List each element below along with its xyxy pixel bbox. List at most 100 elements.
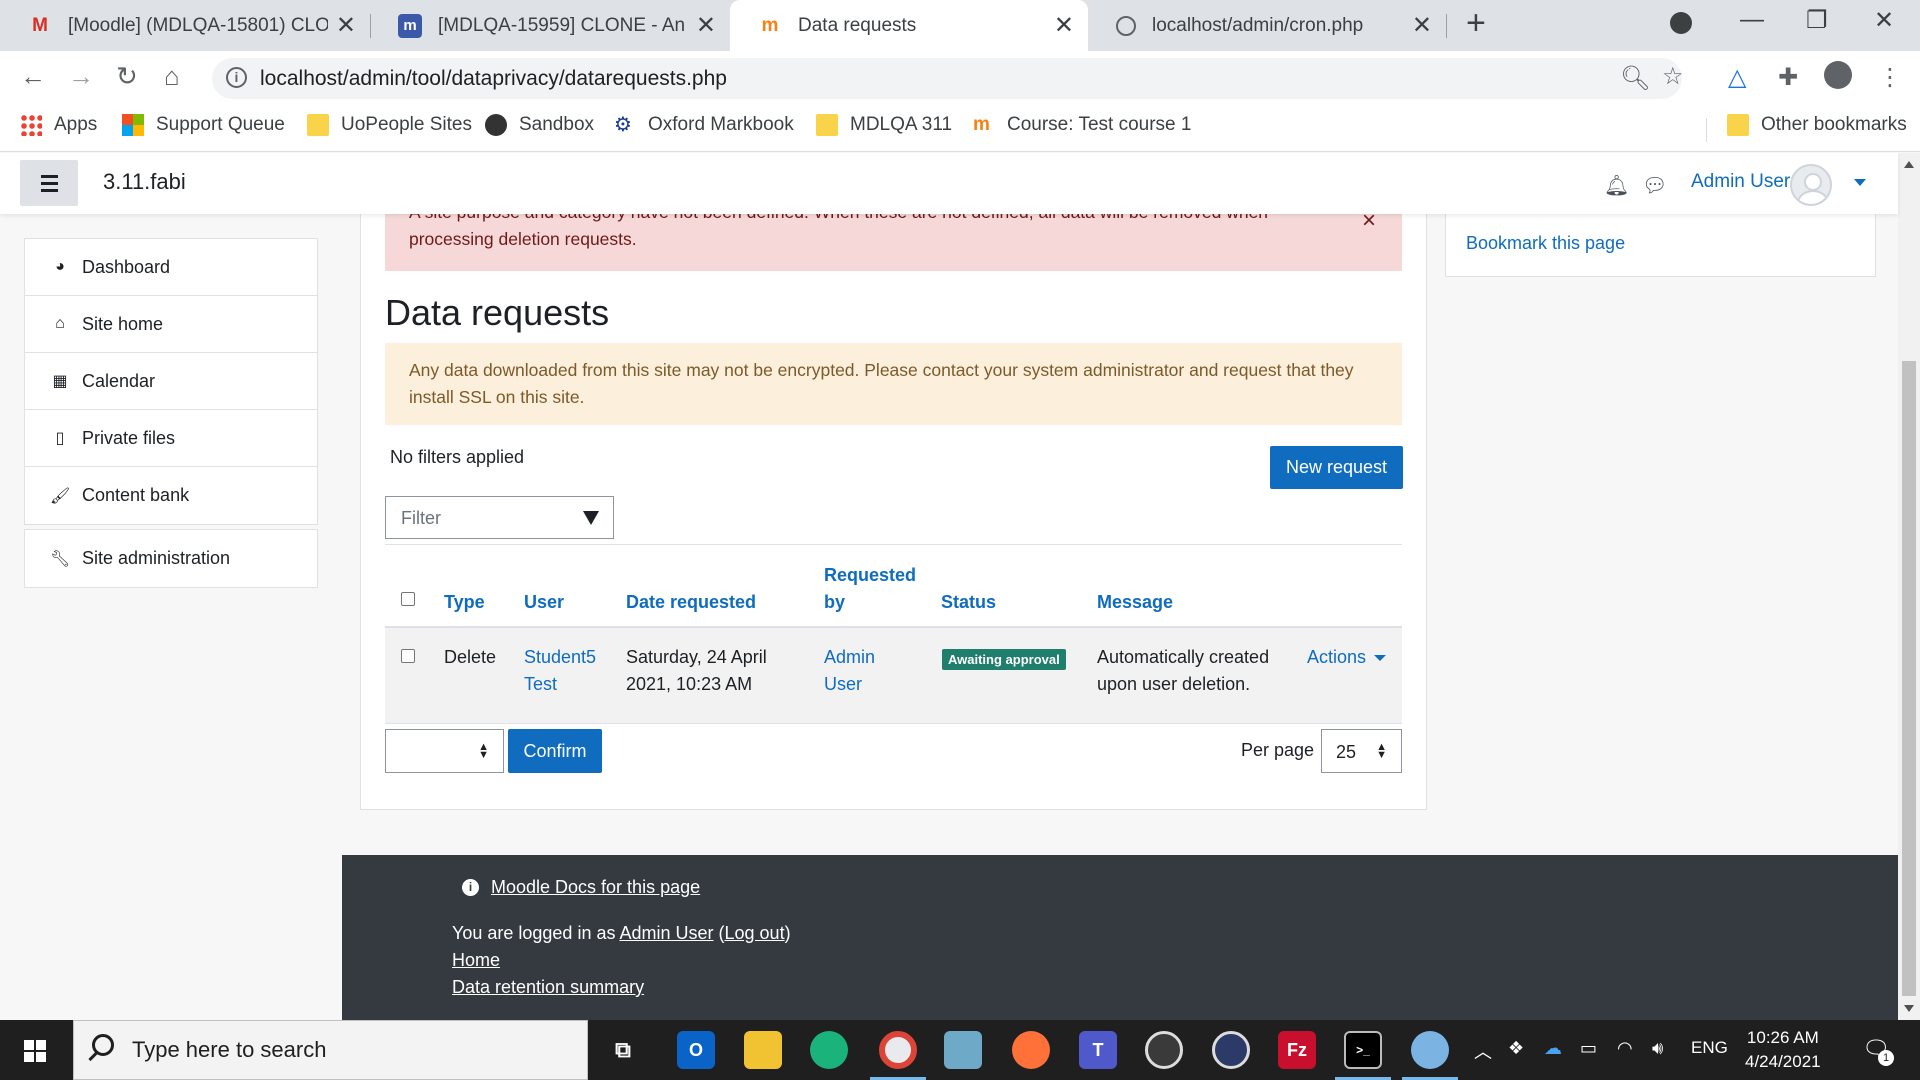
- logged-in-user-link[interactable]: Admin User: [619, 923, 713, 943]
- confirm-button[interactable]: Confirm: [508, 729, 602, 773]
- firefox-icon[interactable]: [1012, 1031, 1050, 1069]
- bookmark-label: Other bookmarks: [1761, 114, 1907, 135]
- bookmark-star-icon[interactable]: ☆: [1662, 62, 1684, 91]
- vpn-icon[interactable]: [1212, 1031, 1250, 1069]
- extensions-icon[interactable]: ✚: [1778, 63, 1798, 92]
- requested-by-link[interactable]: Admin User: [824, 644, 894, 698]
- moodle-docs-link[interactable]: Moodle Docs for this page: [491, 877, 700, 898]
- new-request-button[interactable]: New request: [1270, 446, 1403, 489]
- site-info-icon[interactable]: i: [226, 67, 247, 88]
- outlook-icon[interactable]: O: [677, 1031, 715, 1069]
- column-header-requested-by[interactable]: Requested by: [824, 562, 924, 616]
- zoom-icon[interactable]: 🔍︎: [1620, 64, 1650, 93]
- nav-item-site-administration[interactable]: 🔧︎ Site administration: [25, 530, 317, 587]
- notification-bell-icon[interactable]: 🔔︎: [1604, 173, 1629, 198]
- wifi-icon[interactable]: ◠: [1617, 1038, 1633, 1059]
- reload-icon[interactable]: ↻: [116, 61, 138, 92]
- browser-tab-cron[interactable]: localhost/admin/cron.php ✕: [1088, 0, 1446, 51]
- per-page-select[interactable]: 25 ▲ ▼: [1321, 729, 1402, 773]
- paint-icon[interactable]: [1411, 1031, 1449, 1069]
- avatar[interactable]: [1790, 164, 1832, 206]
- request-user-link[interactable]: Student5 Test: [524, 644, 604, 698]
- home-icon[interactable]: ⌂: [164, 61, 180, 92]
- column-header-date[interactable]: Date requested: [626, 589, 756, 616]
- site-name[interactable]: 3.11.fabi: [103, 169, 186, 195]
- file-explorer-icon[interactable]: [744, 1031, 782, 1069]
- menu-kebab-icon[interactable]: ⋮: [1878, 63, 1902, 92]
- home-link[interactable]: Home: [452, 950, 500, 971]
- chevron-down-icon: [1374, 655, 1387, 662]
- notepad-icon[interactable]: [944, 1031, 982, 1069]
- scroll-up-icon[interactable]: [1904, 161, 1914, 168]
- close-window-button[interactable]: ✕: [1874, 6, 1894, 35]
- teams-icon[interactable]: T: [1079, 1031, 1117, 1069]
- chevron-down-icon[interactable]: [583, 511, 599, 525]
- row-checkbox[interactable]: [401, 649, 415, 663]
- browser-tab-tracker[interactable]: m [MDLQA-15959] CLONE - An adm ✕: [370, 0, 730, 51]
- nav-item-dashboard[interactable]: ◕ Dashboard: [25, 239, 317, 296]
- bookmark-support-queue[interactable]: Support Queue: [122, 114, 285, 136]
- page-scrollbar[interactable]: [1898, 153, 1920, 1020]
- filter-input[interactable]: Filter: [385, 496, 614, 539]
- bookmark-mdlqa-311[interactable]: MDLQA 311: [816, 114, 952, 136]
- media-player-icon[interactable]: [1145, 1031, 1183, 1069]
- task-view-icon[interactable]: ⧉: [604, 1031, 642, 1069]
- tab-search-button[interactable]: [1670, 12, 1692, 34]
- column-header-type[interactable]: Type: [444, 589, 485, 616]
- info-icon: i: [462, 879, 479, 896]
- terminal-icon[interactable]: >_: [1344, 1031, 1382, 1069]
- scrollbar-thumb[interactable]: [1902, 361, 1916, 996]
- bookmark-uopeople-sites[interactable]: UoPeople Sites: [307, 114, 472, 136]
- bookmark-oxford-markbook[interactable]: ⚙ Oxford Markbook: [614, 114, 794, 136]
- taskbar-search-input[interactable]: Type here to search: [73, 1020, 588, 1080]
- user-menu-chevron-down-icon[interactable]: [1854, 179, 1866, 186]
- close-tab-icon[interactable]: ✕: [1054, 11, 1074, 40]
- nav-item-site-home[interactable]: ⌂ Site home: [25, 296, 317, 353]
- close-tab-icon[interactable]: ✕: [336, 11, 356, 40]
- drawer-toggle-button[interactable]: [20, 160, 78, 206]
- language-indicator[interactable]: ENG: [1691, 1038, 1728, 1058]
- nav-item-private-files[interactable]: ▯ Private files: [25, 410, 317, 467]
- filezilla-icon[interactable]: Fz: [1278, 1031, 1316, 1069]
- bookmark-other[interactable]: Other bookmarks: [1727, 114, 1907, 136]
- bookmark-page-link[interactable]: Bookmark this page: [1466, 233, 1625, 254]
- dropbox-icon[interactable]: ❖: [1508, 1038, 1524, 1059]
- scroll-down-icon[interactable]: [1904, 1005, 1914, 1012]
- column-header-status[interactable]: Status: [941, 589, 996, 616]
- nav-item-content-bank[interactable]: 🖌︎ Content bank: [25, 467, 317, 524]
- bookmark-sandbox[interactable]: Sandbox: [485, 114, 594, 136]
- edge-icon[interactable]: [810, 1031, 848, 1069]
- address-bar[interactable]: i localhost/admin/tool/dataprivacy/datar…: [212, 58, 1684, 99]
- actions-menu[interactable]: Actions: [1307, 644, 1387, 671]
- select-all-checkbox[interactable]: [401, 592, 415, 606]
- url-text[interactable]: localhost/admin/tool/dataprivacy/datareq…: [260, 67, 727, 91]
- extension-drive-icon[interactable]: △: [1728, 63, 1746, 92]
- messages-icon[interactable]: 💬︎: [1642, 173, 1667, 198]
- restore-button[interactable]: ❐: [1806, 6, 1828, 35]
- user-menu-name[interactable]: Admin User: [1691, 171, 1790, 193]
- show-hidden-icons-chevron-up-icon[interactable]: ︿: [1474, 1038, 1492, 1064]
- bookmark-apps[interactable]: Apps: [20, 114, 97, 136]
- battery-icon[interactable]: ▭: [1580, 1038, 1597, 1059]
- start-button[interactable]: [0, 1020, 72, 1080]
- data-retention-link[interactable]: Data retention summary: [452, 977, 644, 998]
- taskbar-clock[interactable]: 10:26 AM 4/24/2021: [1745, 1026, 1821, 1074]
- bookmark-test-course[interactable]: m Course: Test course 1: [973, 114, 1191, 136]
- browser-tab-gmail[interactable]: M [Moodle] (MDLQA-15801) CLONE ✕: [0, 0, 370, 51]
- volume-icon[interactable]: 🔊︎: [1652, 1038, 1663, 1059]
- logout-link[interactable]: Log out: [725, 923, 785, 943]
- nav-item-calendar[interactable]: ▦ Calendar: [25, 353, 317, 410]
- column-header-user[interactable]: User: [524, 589, 564, 616]
- profile-icon[interactable]: [1824, 61, 1852, 89]
- close-tab-icon[interactable]: ✕: [1412, 11, 1432, 40]
- apps-grid-icon: [20, 114, 42, 136]
- close-tab-icon[interactable]: ✕: [696, 11, 716, 40]
- new-tab-button[interactable]: +: [1466, 4, 1486, 43]
- minimize-button[interactable]: —: [1740, 6, 1764, 34]
- bulk-action-select[interactable]: ▲ ▼: [385, 729, 504, 773]
- back-icon[interactable]: ←: [20, 61, 46, 92]
- forward-icon[interactable]: →: [68, 61, 94, 92]
- onedrive-icon[interactable]: ☁: [1544, 1038, 1562, 1059]
- chrome-icon[interactable]: [879, 1031, 917, 1069]
- browser-tab-data-requests[interactable]: m Data requests ✕: [730, 0, 1088, 51]
